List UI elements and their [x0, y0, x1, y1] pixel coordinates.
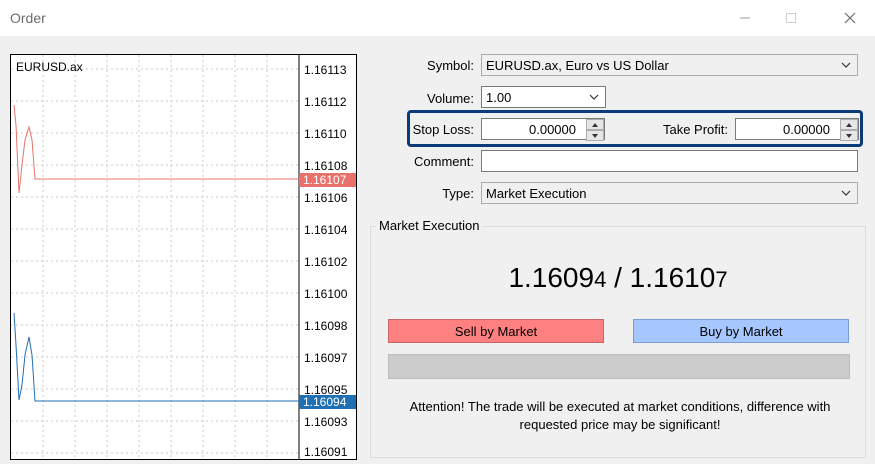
tick-label: 1.16110 — [304, 127, 347, 141]
tick-label: 1.16098 — [304, 319, 348, 333]
attention-message: Attention! The trade will be executed at… — [395, 398, 845, 434]
tick-label: 1.16100 — [304, 287, 348, 301]
execution-progress-bar — [388, 354, 850, 379]
attention-line-1: Attention! The trade will be executed at… — [409, 399, 831, 414]
tick-label: 1.16102 — [304, 255, 348, 269]
tick-label: 1.16113 — [304, 63, 347, 77]
sell-button-label: Sell by Market — [454, 323, 538, 339]
symbol-value: EURUSD.ax, Euro vs US Dollar — [486, 58, 669, 73]
tick-label: 1.16104 — [304, 223, 348, 237]
chevron-down-icon — [589, 94, 599, 100]
spin-up-icon[interactable] — [840, 119, 858, 130]
take-profit-input[interactable]: 0.00000 — [735, 118, 859, 141]
stop-loss-input[interactable]: 0.00000 — [481, 118, 605, 141]
bid-price-small: 4 — [594, 267, 607, 292]
type-value: Market Execution — [486, 186, 587, 201]
chevron-down-icon — [841, 62, 851, 68]
stop-loss-value: 0.00000 — [529, 122, 576, 137]
group-title: Market Execution — [376, 218, 483, 233]
comment-label: Comment: — [414, 154, 474, 169]
tick-label: 1.16097 — [304, 351, 348, 365]
chevron-down-icon — [841, 190, 851, 196]
maximize-icon — [786, 13, 796, 23]
ask-line — [13, 104, 299, 194]
stop-loss-label: Stop Loss: — [412, 122, 474, 137]
chart-symbol-label: EURUSD.ax — [16, 60, 83, 74]
minimize-icon — [740, 17, 750, 19]
symbol-select[interactable]: EURUSD.ax, Euro vs US Dollar — [481, 54, 858, 76]
stop-loss-spinner[interactable] — [586, 119, 604, 141]
minimize-button[interactable] — [730, 6, 760, 30]
symbol-label: Symbol: — [427, 58, 474, 73]
tick-label: 1.16091 — [304, 445, 348, 459]
sell-by-market-button[interactable]: Sell by Market — [388, 319, 604, 343]
take-profit-value: 0.00000 — [783, 122, 830, 137]
buy-button-label: Buy by Market — [699, 323, 783, 339]
volume-label: Volume: — [427, 91, 474, 106]
ask-price-main: 1.1610 — [629, 262, 716, 293]
close-icon — [844, 12, 856, 24]
bid-ask-display: 1.16094 / 1.16107 — [370, 262, 866, 294]
take-profit-spinner[interactable] — [840, 119, 858, 141]
spin-up-icon[interactable] — [586, 119, 604, 130]
comment-input[interactable] — [481, 150, 858, 172]
bid-price-main: 1.1609 — [508, 262, 595, 293]
window-title: Order — [10, 10, 46, 26]
volume-value: 1.00 — [486, 90, 512, 105]
tick-label: 1.16112 — [304, 95, 347, 109]
bid-price-tag: 1.16094 — [299, 395, 356, 409]
chart-grid — [11, 55, 299, 459]
spin-down-icon[interactable] — [586, 130, 604, 141]
buy-by-market-button[interactable]: Buy by Market — [633, 319, 849, 343]
volume-select[interactable]: 1.00 — [481, 86, 606, 108]
ask-price-small: 7 — [715, 267, 728, 292]
type-label: Type: — [442, 186, 474, 201]
take-profit-label: Take Profit: — [662, 122, 728, 137]
tick-label: 1.16108 — [304, 159, 348, 173]
title-bar: Order — [0, 0, 875, 36]
ask-price-tag: 1.16107 — [299, 173, 356, 187]
price-separator: / — [606, 262, 630, 293]
tick-label: 1.16106 — [304, 191, 348, 205]
tick-label: 1.16093 — [304, 415, 348, 429]
spin-down-icon[interactable] — [840, 130, 858, 141]
maximize-button[interactable] — [776, 6, 806, 30]
tick-chart: EURUSD.ax 1.16113 1.16112 1.16110 1.1610… — [10, 54, 357, 460]
type-select[interactable]: Market Execution — [481, 182, 858, 204]
attention-line-2: requested price may be significant! — [519, 417, 721, 432]
close-button[interactable] — [835, 6, 865, 30]
